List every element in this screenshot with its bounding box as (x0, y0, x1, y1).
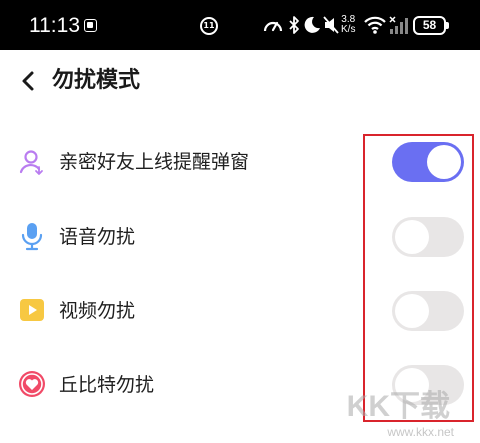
toggle-knob (427, 145, 461, 179)
signal-icon (389, 16, 408, 34)
toggle-knob (395, 368, 429, 402)
page-title: 勿扰模式 (52, 68, 141, 93)
setting-row-friend-online: 亲密好友上线提醒弹窗 (0, 125, 480, 199)
setting-label: 亲密好友上线提醒弹窗 (59, 151, 250, 173)
do-not-disturb-moon-icon (304, 16, 320, 33)
toggle-switch[interactable] (392, 291, 464, 331)
setting-row-voice: 语音勿扰 (0, 199, 480, 273)
wifi-icon (364, 16, 386, 34)
status-time: 11:13 (29, 14, 80, 37)
mute-icon (323, 16, 339, 34)
toggle-switch[interactable] (392, 365, 464, 405)
heart-icon (19, 371, 45, 397)
microphone-icon (21, 223, 43, 251)
app-icon (84, 19, 97, 32)
toggle-knob (395, 294, 429, 328)
toggle-knob (395, 220, 429, 254)
chevron-left-icon[interactable] (14, 66, 44, 96)
setting-label: 丘比特勿扰 (59, 374, 155, 396)
header: 勿扰模式 (0, 50, 480, 114)
toggle-switch[interactable] (392, 142, 464, 182)
toggle-switch[interactable] (392, 217, 464, 257)
speedometer-icon (263, 21, 283, 32)
video-play-icon (20, 299, 44, 321)
setting-label: 视频勿扰 (59, 300, 136, 322)
notification-count-badge: 11 (200, 17, 218, 35)
network-speed-unit: K/s (341, 24, 356, 35)
setting-label: 语音勿扰 (59, 226, 136, 248)
battery-indicator: 58 (413, 16, 449, 35)
bluetooth-icon (289, 16, 299, 34)
network-speed: 3.8 K/s (341, 15, 355, 35)
watermark-url: www.kkx.net (387, 425, 454, 439)
friend-user-icon (19, 150, 43, 175)
status-bar: 11:13 11 3.8 K/s 58 (0, 0, 480, 50)
setting-row-video: 视频勿扰 (0, 273, 480, 347)
setting-row-cupid: 丘比特勿扰 (0, 347, 480, 421)
